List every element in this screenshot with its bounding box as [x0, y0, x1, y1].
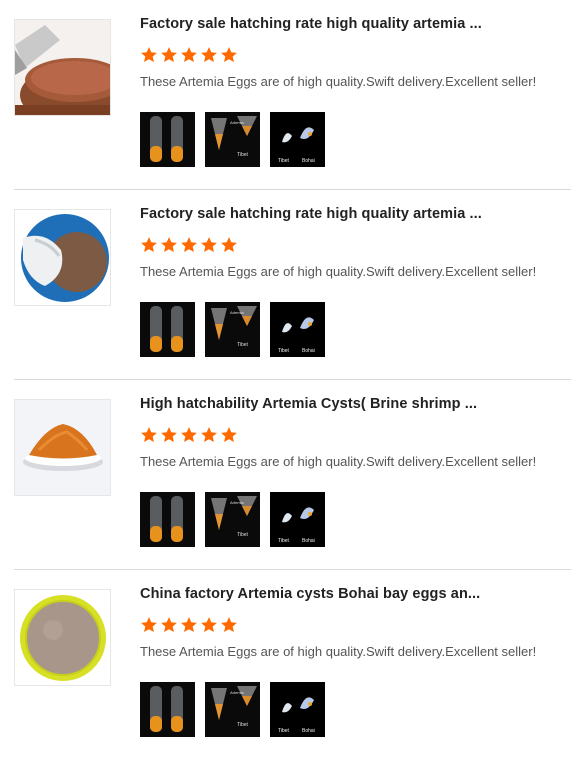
star-icon: [141, 47, 157, 63]
star-icon: [161, 47, 177, 63]
shrimp-comparison-photo[interactable]: Tibet Bohai: [270, 682, 325, 737]
product-description: These Artemia Eggs are of high quality.S…: [140, 264, 537, 279]
product-title[interactable]: China factory Artemia cysts Bohai bay eg…: [140, 586, 560, 602]
star-icon: [201, 617, 217, 633]
product-gallery: Tibet Artemia Tibet Bohai: [140, 112, 325, 167]
list-item[interactable]: Factory sale hatching rate high quality …: [0, 0, 571, 190]
shrimp-comparison-photo[interactable]: Tibet Bohai: [270, 112, 325, 167]
product-thumbnail[interactable]: [14, 19, 111, 116]
star-icon: [221, 47, 237, 63]
rating-stars: [140, 616, 238, 636]
svg-text:Tibet: Tibet: [237, 152, 249, 158]
product-gallery: Tibet Artemia Tibet Bohai: [140, 682, 325, 737]
star-icon: [141, 237, 157, 253]
product-thumbnail[interactable]: [14, 209, 111, 306]
star-icon: [221, 237, 237, 253]
svg-text:Tibet: Tibet: [278, 348, 290, 354]
star-icon: [181, 427, 197, 443]
svg-text:Bohai: Bohai: [302, 348, 315, 354]
star-icon: [161, 237, 177, 253]
product-description: These Artemia Eggs are of high quality.S…: [140, 454, 537, 469]
test-tubes-photo[interactable]: [140, 112, 195, 167]
star-icon: [201, 237, 217, 253]
list-item[interactable]: Factory sale hatching rate high quality …: [0, 190, 571, 380]
svg-text:Artemia: Artemia: [230, 310, 245, 315]
product-thumbnail[interactable]: [14, 399, 111, 496]
product-gallery: Tibet Artemia Tibet Bohai: [140, 492, 325, 547]
rating-stars: [140, 426, 238, 446]
hatching-cone-photo[interactable]: Tibet Artemia: [205, 492, 260, 547]
star-icon: [141, 617, 157, 633]
product-description: These Artemia Eggs are of high quality.S…: [140, 74, 537, 89]
hatching-cone-photo[interactable]: Tibet Artemia: [205, 302, 260, 357]
svg-text:Tibet: Tibet: [278, 158, 290, 164]
star-icon: [181, 47, 197, 63]
star-icon: [201, 427, 217, 443]
hatching-cone-photo[interactable]: Tibet Artemia: [205, 682, 260, 737]
star-icon: [221, 617, 237, 633]
list-item[interactable]: China factory Artemia cysts Bohai bay eg…: [0, 570, 571, 760]
product-title[interactable]: High hatchability Artemia Cysts( Brine s…: [140, 396, 560, 412]
svg-text:Tibet: Tibet: [237, 722, 249, 728]
svg-text:Tibet: Tibet: [237, 342, 249, 348]
svg-text:Tibet: Tibet: [278, 538, 290, 544]
shrimp-comparison-photo[interactable]: Tibet Bohai: [270, 492, 325, 547]
list-item[interactable]: High hatchability Artemia Cysts( Brine s…: [0, 380, 571, 570]
rating-stars: [140, 46, 238, 66]
star-icon: [221, 427, 237, 443]
test-tubes-photo[interactable]: [140, 302, 195, 357]
svg-text:Bohai: Bohai: [302, 728, 315, 734]
star-icon: [161, 617, 177, 633]
svg-text:Bohai: Bohai: [302, 158, 315, 164]
star-icon: [161, 427, 177, 443]
product-title[interactable]: Factory sale hatching rate high quality …: [140, 206, 560, 222]
star-icon: [181, 617, 197, 633]
svg-text:Artemia: Artemia: [230, 500, 245, 505]
star-icon: [181, 237, 197, 253]
product-thumbnail[interactable]: [14, 589, 111, 686]
rating-stars: [140, 236, 238, 256]
test-tubes-photo[interactable]: [140, 492, 195, 547]
test-tubes-photo[interactable]: [140, 682, 195, 737]
svg-text:Artemia: Artemia: [230, 690, 245, 695]
star-icon: [201, 47, 217, 63]
product-title[interactable]: Factory sale hatching rate high quality …: [140, 16, 560, 32]
shrimp-comparison-photo[interactable]: Tibet Bohai: [270, 302, 325, 357]
product-gallery: Tibet Artemia Tibet Bohai: [140, 302, 325, 357]
hatching-cone-photo[interactable]: Tibet Artemia: [205, 112, 260, 167]
star-icon: [141, 427, 157, 443]
svg-text:Artemia: Artemia: [230, 120, 245, 125]
product-list: Factory sale hatching rate high quality …: [0, 0, 571, 760]
svg-text:Tibet: Tibet: [278, 728, 290, 734]
svg-text:Bohai: Bohai: [302, 538, 315, 544]
product-description: These Artemia Eggs are of high quality.S…: [140, 644, 537, 659]
svg-text:Tibet: Tibet: [237, 532, 249, 538]
